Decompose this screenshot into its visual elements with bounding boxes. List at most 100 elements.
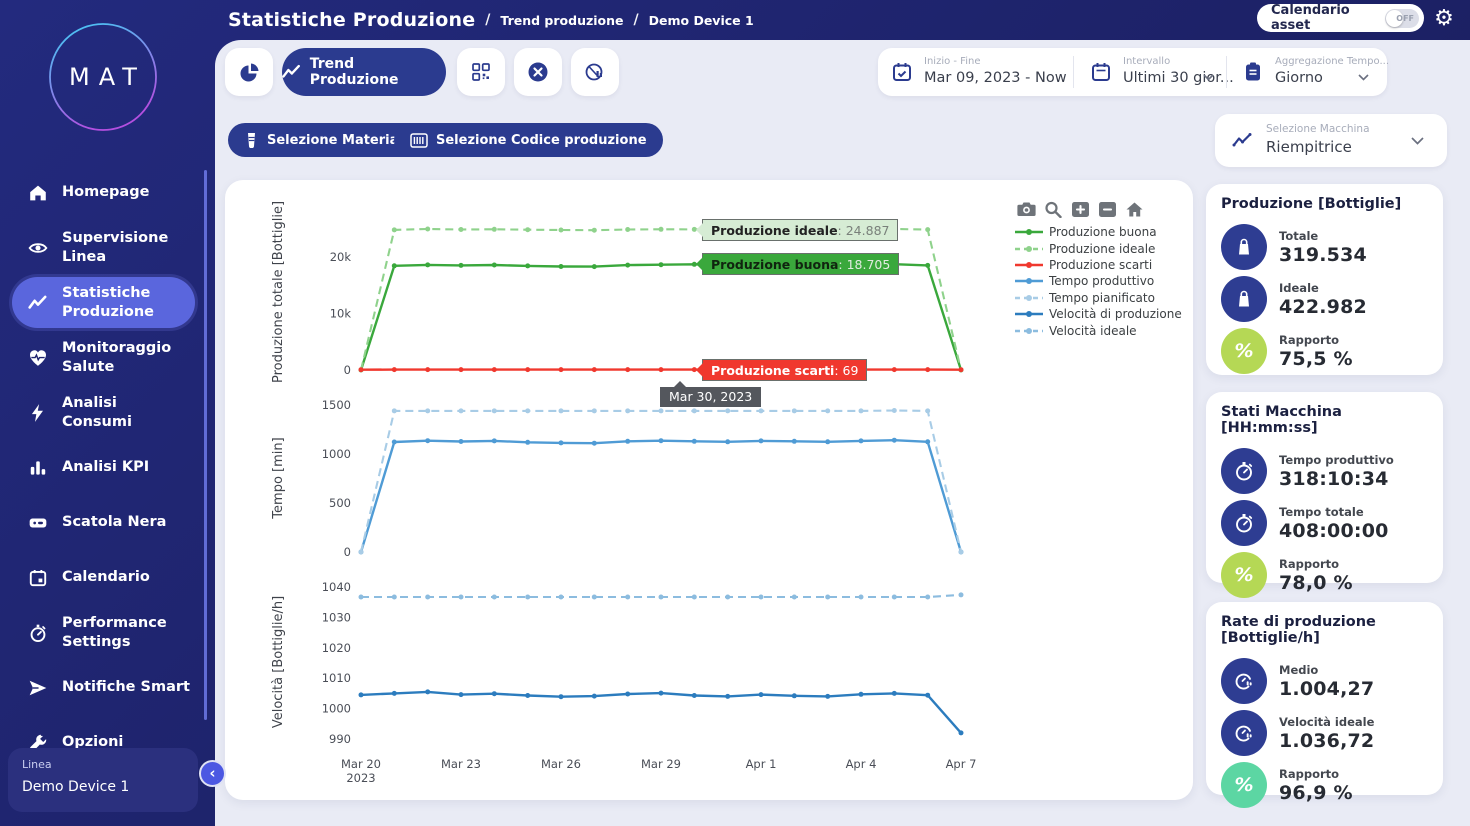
- svg-text:Produzione totale [Bottiglie]: Produzione totale [Bottiglie]: [271, 201, 286, 383]
- bag-icon: [1221, 224, 1267, 270]
- kpi-row-rapporto: % Rapporto 78,0 %: [1221, 549, 1428, 601]
- kpi-label: Medio: [1279, 663, 1374, 677]
- kpi-label: Tempo produttivo: [1279, 453, 1394, 467]
- speed-clock-icon: [1221, 658, 1267, 704]
- series-tempo-pianificato[interactable]: [361, 411, 961, 553]
- svg-text:1030: 1030: [322, 610, 351, 624]
- machine-select[interactable]: Selezione Macchina Riempitrice: [1215, 114, 1447, 167]
- svg-text:Apr 4: Apr 4: [846, 757, 877, 771]
- kpi-value: 319.534: [1279, 244, 1367, 266]
- stopwatch-icon: [1221, 448, 1267, 494]
- zoom-out-icon[interactable]: [1098, 201, 1117, 218]
- sidebar-item-statistiche-produzione[interactable]: Statistiche Produzione: [0, 275, 205, 330]
- trend-produzione-button[interactable]: Trend Produzione: [282, 48, 446, 96]
- sidebar-item-analisi-kpi[interactable]: Analisi KPI: [0, 440, 205, 495]
- sidebar-item-label: Statistiche Produzione: [62, 284, 190, 320]
- aggregation-value: Giorno: [1275, 70, 1323, 86]
- svg-text:1040: 1040: [322, 580, 351, 594]
- interval-value: Ultimi 30 gior...: [1123, 70, 1234, 86]
- tooltip-value: 18.705: [847, 257, 891, 272]
- page-title: Statistiche Produzione: [228, 9, 475, 31]
- svg-text:1500: 1500: [322, 398, 351, 412]
- legend-item[interactable]: Produzione scarti: [1014, 257, 1182, 273]
- mat-logo: MAT: [47, 21, 159, 133]
- legend-item[interactable]: Velocità di produzione: [1014, 306, 1182, 322]
- sidebar-item-monitoraggio-salute[interactable]: Monitoraggio Salute: [0, 330, 205, 385]
- tooltip-value: 69: [843, 363, 859, 378]
- legend-item[interactable]: Produzione buona: [1014, 224, 1182, 240]
- selezione-codice-produzione-button[interactable]: Selezione Codice produzione: [394, 123, 663, 157]
- legend-item[interactable]: Produzione ideale: [1014, 240, 1182, 256]
- legend-label: Produzione ideale: [1049, 242, 1155, 256]
- sidebar-item-label: Monitoraggio Salute: [62, 339, 190, 375]
- percent-icon: %: [1221, 552, 1267, 598]
- barcode-icon: [410, 133, 428, 148]
- breadcrumb-trend-produzione[interactable]: Trend produzione: [500, 13, 623, 28]
- date-range-field[interactable]: Inizio - Fine Mar 09, 2023 - Now: [891, 48, 1071, 96]
- percent-icon: %: [1221, 762, 1267, 808]
- calendar-asset-toggle[interactable]: Calendario asset OFF: [1257, 4, 1424, 32]
- settings-gear-icon[interactable]: ⚙: [1432, 5, 1456, 33]
- kpi-label: Ideale: [1279, 281, 1367, 295]
- kpi-label: Rapporto: [1279, 767, 1353, 781]
- series-velocit-di-produzione[interactable]: [361, 692, 961, 733]
- card-rate-produzione: Rate di produzione [Bottiglie/h] Medio 1…: [1206, 602, 1443, 795]
- svg-text:1000: 1000: [322, 702, 351, 716]
- stopwatch-icon: [28, 623, 48, 643]
- sidebar-item-performance-settings[interactable]: Performance Settings: [0, 605, 205, 660]
- legend-label: Velocità ideale: [1049, 324, 1137, 338]
- material-beaker-icon: [244, 132, 259, 149]
- toggle-switch[interactable]: OFF: [1385, 9, 1419, 28]
- pie-chart-icon: [239, 62, 260, 83]
- svg-text:1000: 1000: [322, 447, 351, 461]
- zoom-magnifier-icon[interactable]: [1044, 201, 1063, 218]
- sidebar-item-scatola-nera[interactable]: Scatola Nera: [0, 495, 205, 550]
- device-card[interactable]: Linea Demo Device 1: [8, 748, 198, 812]
- qr-grid-icon: [471, 62, 491, 82]
- svg-text:500: 500: [329, 496, 351, 510]
- trend-icon: [28, 293, 48, 313]
- sidebar-item-label: Notifiche Smart: [62, 678, 190, 696]
- aggregation-select[interactable]: Aggregazione Tempo... Giorno: [1242, 48, 1382, 96]
- sidebar-item-label: Calendario: [62, 568, 190, 586]
- sidebar-item-homepage[interactable]: Homepage: [0, 165, 205, 220]
- sidebar-item-calendario[interactable]: Calendario: [0, 550, 205, 605]
- speed-clock-icon: [1221, 710, 1267, 756]
- bolt-icon: [28, 403, 48, 423]
- sidebar-item-label: Performance Settings: [62, 614, 190, 650]
- clear-filters-button[interactable]: [514, 48, 562, 96]
- calendar-icon: [1090, 61, 1112, 83]
- sidebar-item-notifiche-smart[interactable]: Notifiche Smart: [0, 660, 205, 715]
- card-title: Rate di produzione [Bottiglie/h]: [1221, 614, 1428, 646]
- pie-view-button[interactable]: [225, 48, 273, 96]
- tooltip-produzione-scarti: Produzione scarti: 69: [702, 359, 867, 381]
- sidebar-scrollbar[interactable]: [204, 170, 207, 720]
- aggregation-label: Aggregazione Tempo...: [1275, 56, 1389, 67]
- legend-item[interactable]: Velocità ideale: [1014, 322, 1182, 338]
- legend-label: Tempo produttivo: [1049, 274, 1154, 288]
- legend-label: Produzione buona: [1049, 225, 1157, 239]
- series-produzione-ideale[interactable]: [361, 229, 961, 370]
- home-reset-icon[interactable]: [1125, 201, 1144, 218]
- series-produzione-buona[interactable]: [361, 264, 961, 370]
- legend-item[interactable]: Tempo produttivo: [1014, 273, 1182, 289]
- legend-item[interactable]: Tempo pianificato: [1014, 290, 1182, 306]
- qr-view-button[interactable]: [457, 48, 505, 96]
- device-value: Demo Device 1: [22, 779, 184, 795]
- breadcrumb-demo-device[interactable]: Demo Device 1: [649, 13, 754, 28]
- series-tempo-produttivo[interactable]: [361, 440, 961, 552]
- camera-icon[interactable]: [1017, 201, 1036, 218]
- sidebar-item-supervisione-linea[interactable]: Supervisione Linea: [0, 220, 205, 275]
- sidebar-collapse-button[interactable]: ‹: [199, 760, 226, 787]
- toggle-state: OFF: [1396, 14, 1414, 23]
- kpi-value: 75,5 %: [1279, 348, 1353, 370]
- svg-text:Tempo [min]: Tempo [min]: [271, 437, 286, 519]
- gauge-view-button[interactable]: [571, 48, 619, 96]
- zoom-in-icon[interactable]: [1071, 201, 1090, 218]
- tooltip-produzione-ideale: Produzione ideale: 24.887: [702, 219, 898, 241]
- kpi-label: Tempo totale: [1279, 505, 1389, 519]
- interval-select[interactable]: Intervallo Ultimi 30 gior...: [1090, 48, 1220, 96]
- sidebar-item-label: Scatola Nera: [62, 513, 190, 531]
- tooltip-date: Mar 30, 2023: [660, 387, 761, 407]
- sidebar-item-analisi-consumi[interactable]: Analisi Consumi: [0, 385, 205, 440]
